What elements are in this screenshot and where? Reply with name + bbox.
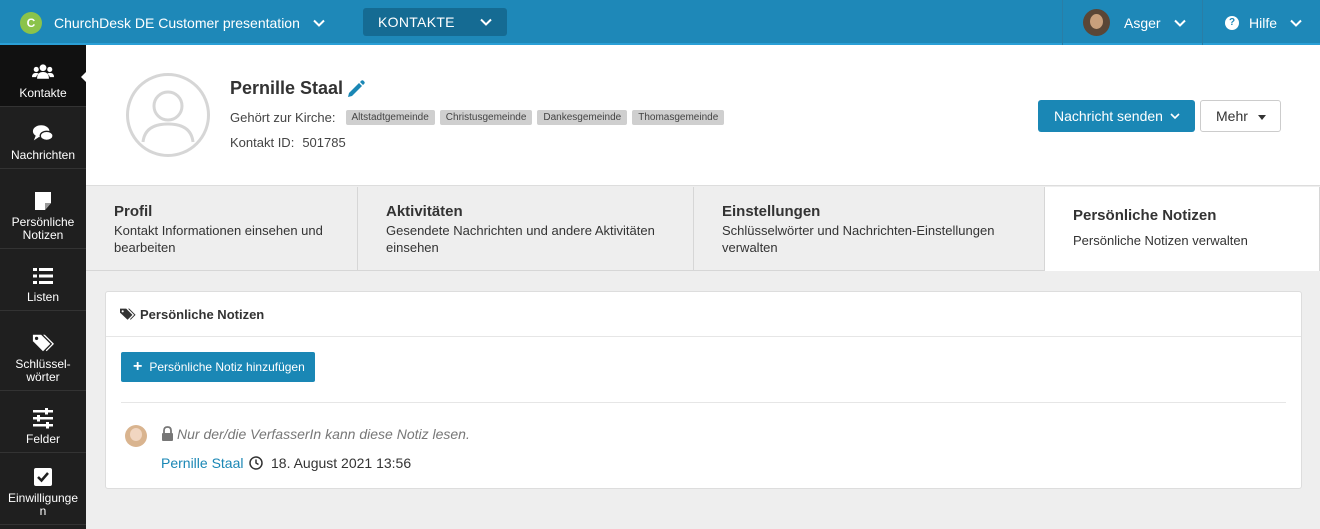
user-name: Asger [1124, 14, 1161, 31]
users-icon [32, 64, 54, 79]
contact-name: Pernille Staal [230, 78, 344, 98]
pencil-icon[interactable] [346, 79, 366, 99]
contact-id-value: 501785 [302, 135, 346, 150]
contact-id-label: Kontakt ID: [230, 135, 295, 150]
church-tag: Thomasgemeinde [632, 110, 725, 125]
module-label: KONTAKTE [378, 14, 455, 30]
tags-icon [120, 308, 136, 320]
sidebar-item-label: Felder [25, 432, 60, 446]
chat-icon [32, 125, 54, 142]
sidebar-item-label: Nachrichten [10, 148, 76, 162]
more-button[interactable]: Mehr [1200, 100, 1281, 132]
contact-avatar [126, 73, 210, 157]
user-menu[interactable]: Asger [1062, 0, 1202, 45]
note-date: 18. August 2021 13:56 [271, 455, 412, 471]
tab-einstellungen[interactable]: Einstellungen Schlüsselwörter und Nachri… [694, 187, 1045, 271]
plus-icon: + [133, 358, 143, 375]
note-author-avatar [125, 425, 147, 447]
lock-icon [162, 426, 173, 441]
panel-title: Persönliche Notizen [140, 306, 265, 322]
tab-description: Persönliche Notizen verwalten [1073, 233, 1248, 248]
top-bar: C ChurchDesk DE Customer presentation KO… [0, 0, 1320, 45]
church-row: Gehört zur Kirche: Altstadtgemeinde Chri… [230, 110, 725, 125]
chevron-down-icon [1173, 19, 1186, 27]
help-menu[interactable]: ? Hilfe [1202, 0, 1320, 45]
divider [121, 402, 1286, 403]
tab-title: Einstellungen [722, 203, 821, 220]
tab-title: Persönliche Notizen [1073, 207, 1217, 224]
sidebar-item-persoenliche-notizen[interactable]: Persönliche Notizen [0, 169, 86, 249]
user-placeholder-icon [141, 90, 195, 143]
contact-tabs: Profil Kontakt Informationen einsehen un… [86, 187, 1320, 271]
chevron-down-icon [1290, 19, 1302, 27]
sidebar: Kontakte Nachrichten Persönliche Notizen… [0, 45, 87, 529]
sticky-note-icon [35, 192, 51, 210]
sliders-icon [33, 408, 53, 429]
module-switcher[interactable]: KONTAKTE [363, 8, 507, 36]
chevron-down-icon [1170, 113, 1180, 120]
chevron-down-icon [313, 19, 325, 27]
church-label: Gehört zur Kirche: [230, 110, 336, 125]
sidebar-item-felder[interactable]: Felder [0, 391, 86, 453]
sidebar-item-label: Listen [26, 290, 60, 304]
notes-panel: Persönliche Notizen + Persönliche Notiz … [105, 291, 1302, 489]
sidebar-item-listen[interactable]: Listen [0, 249, 86, 311]
church-tag: Christusgemeinde [439, 110, 533, 125]
add-note-label: Persönliche Notiz hinzufügen [149, 360, 305, 374]
more-label: Mehr [1216, 108, 1248, 124]
church-tag: Dankesgemeinde [537, 110, 628, 125]
sidebar-item-schluesselwoerter[interactable]: Schlüssel-wörter [0, 311, 86, 391]
contact-header: Pernille Staal Gehört zur Kirche: Altsta… [86, 45, 1320, 186]
tab-description: Schlüsselwörter und Nachrichten-Einstell… [722, 223, 995, 255]
sidebar-item-nachrichten[interactable]: Nachrichten [0, 107, 86, 169]
sidebar-item-einwilligungen[interactable]: Einwilligungen [0, 453, 86, 525]
caret-down-icon [1258, 115, 1266, 120]
contact-id-row: Kontakt ID: 501785 [230, 135, 346, 150]
sidebar-item-label: Schlüssel-wörter [15, 357, 71, 384]
tab-aktivitaeten[interactable]: Aktivitäten Gesendete Nachrichten und an… [358, 187, 694, 271]
tab-description: Kontakt Informationen einsehen und bearb… [114, 223, 323, 255]
clock-icon [249, 456, 263, 470]
tab-title: Profil [114, 203, 153, 220]
help-label: Hilfe [1249, 14, 1278, 31]
tab-profil[interactable]: Profil Kontakt Informationen einsehen un… [86, 187, 358, 271]
organization-switcher[interactable]: C ChurchDesk DE Customer presentation [20, 0, 326, 45]
organization-logo: C [20, 11, 42, 34]
sidebar-item-label: Einwilligungen [7, 491, 79, 518]
tab-persoenliche-notizen[interactable]: Persönliche Notizen Persönliche Notizen … [1045, 187, 1320, 271]
send-message-label: Nachricht senden [1054, 108, 1163, 124]
add-note-button[interactable]: + Persönliche Notiz hinzufügen [121, 352, 315, 382]
tab-title: Aktivitäten [386, 203, 463, 220]
list-icon [33, 268, 53, 284]
sidebar-item-kontakte[interactable]: Kontakte [0, 45, 87, 107]
note-author-link[interactable]: Pernille Staal [161, 455, 244, 471]
checkbox-icon [34, 468, 52, 486]
chevron-down-icon [480, 18, 492, 26]
avatar [1083, 9, 1110, 36]
tab-description: Gesendete Nachrichten und andere Aktivit… [386, 223, 655, 255]
sidebar-item-label: Kontakte [19, 86, 67, 100]
note-privacy-text: Nur der/die VerfasserIn kann diese Notiz… [177, 426, 470, 442]
church-tag: Altstadtgemeinde [345, 110, 435, 125]
send-message-button[interactable]: Nachricht senden [1038, 100, 1195, 132]
tags-icon [32, 334, 54, 352]
panel-header: Persönliche Notizen [106, 292, 1301, 337]
organization-name: ChurchDesk DE Customer presentation [54, 14, 300, 31]
sidebar-item-label: Persönliche Notizen [11, 215, 75, 242]
question-circle-icon: ? [1225, 15, 1239, 30]
